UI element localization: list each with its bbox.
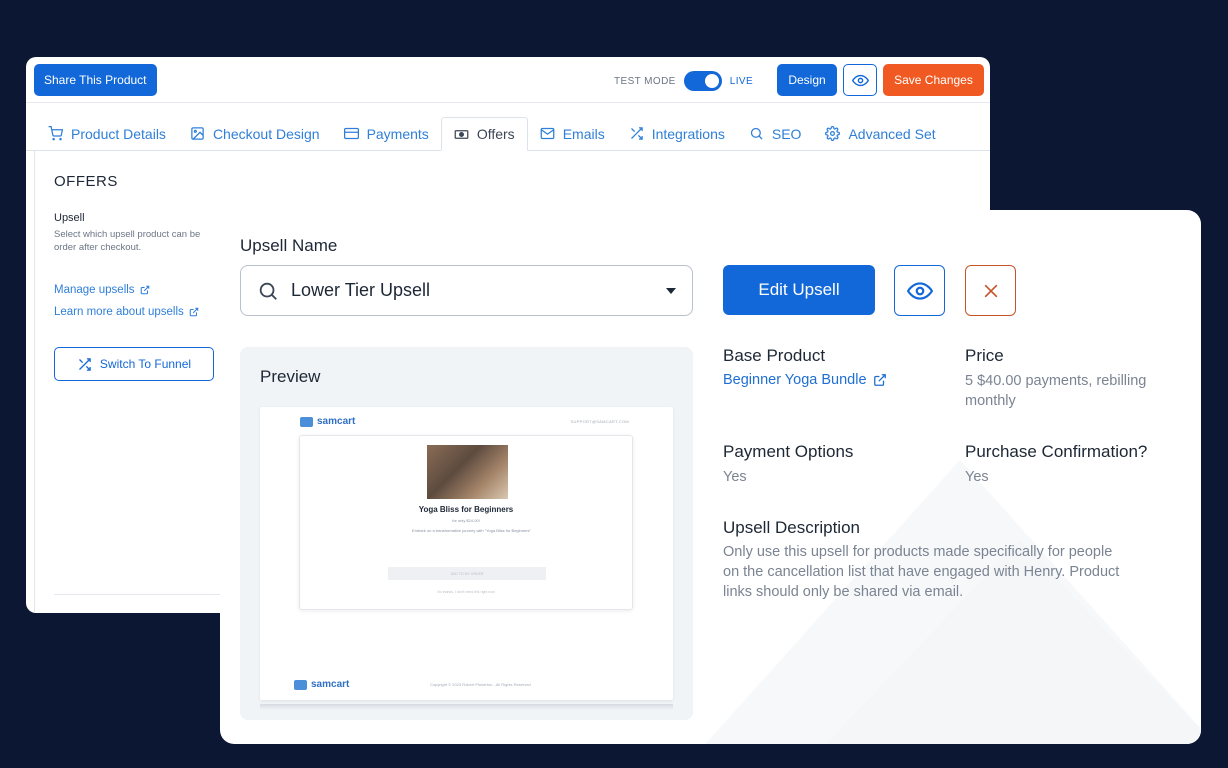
external-link-icon bbox=[189, 307, 199, 317]
base-product-link[interactable]: Beginner Yoga Bundle bbox=[723, 372, 887, 388]
test-mode-label: TEST MODE bbox=[614, 75, 676, 87]
live-label: LIVE bbox=[729, 75, 754, 87]
upsell-detail-card: Upsell Name Lower Tier Upsell Edit Upsel… bbox=[220, 210, 1201, 744]
tab-label: Advanced Set bbox=[848, 125, 936, 142]
tab-emails[interactable]: Emails bbox=[528, 117, 617, 150]
payment-options-label: Payment Options bbox=[723, 442, 854, 461]
tab-label: Integrations bbox=[651, 125, 725, 142]
preview-decline-link: No thanks, I don't need this right now bbox=[437, 590, 495, 594]
preview-panel: Preview samcart SUPPORT@SAMCART.COM Yoga… bbox=[240, 347, 693, 720]
card-icon bbox=[343, 127, 359, 140]
description-line: on the cancellation list that have engag… bbox=[723, 564, 1120, 580]
preview-footer-text: Copyright © 2023 Robert Pinkerton - All … bbox=[430, 682, 531, 687]
shuffle-icon bbox=[630, 127, 643, 140]
tab-offers[interactable]: Offers bbox=[440, 117, 528, 151]
design-button[interactable]: Design bbox=[777, 64, 837, 96]
save-changes-button[interactable]: Save Changes bbox=[883, 64, 984, 96]
preview-button[interactable] bbox=[843, 64, 877, 96]
test-mode-toggle[interactable] bbox=[683, 71, 722, 91]
preview-shadow bbox=[260, 704, 673, 710]
search-icon bbox=[259, 282, 277, 300]
eye-icon bbox=[906, 281, 933, 300]
tab-label: SEO bbox=[771, 125, 802, 142]
test-mode-switch: TEST MODE LIVE bbox=[614, 71, 753, 91]
chevron-down-icon bbox=[666, 287, 676, 294]
upsell-description-text: Only use this upsell for products made s… bbox=[723, 542, 1119, 602]
base-product-value: Beginner Yoga Bundle bbox=[723, 372, 867, 388]
logo-icon bbox=[294, 679, 307, 690]
tab-label: Payments bbox=[366, 125, 429, 142]
price-line-2: monthly bbox=[965, 393, 1016, 409]
edit-upsell-button[interactable]: Edit Upsell bbox=[723, 265, 875, 315]
tab-label: Product Details bbox=[71, 125, 166, 142]
product-image bbox=[427, 445, 508, 499]
purchase-confirmation-label: Purchase Confirmation? bbox=[965, 442, 1148, 461]
preview-price: for only $24.00! bbox=[452, 518, 480, 523]
eye-icon bbox=[851, 74, 869, 86]
share-product-button[interactable]: Share This Product bbox=[34, 63, 157, 96]
upsell-name-label: Upsell Name bbox=[240, 236, 338, 255]
upsell-select-value: Lower Tier Upsell bbox=[291, 280, 431, 300]
logo-icon bbox=[300, 416, 313, 427]
description-line: Only use this upsell for products made s… bbox=[723, 544, 1113, 560]
editor-toolbar: Share This Product TEST MODE LIVE Design… bbox=[26, 57, 990, 103]
price-value: 5 $40.00 payments, rebilling monthly bbox=[965, 371, 1146, 411]
preview-body: Embark on a transformative journey with … bbox=[412, 528, 531, 533]
description-line: links should only be shared via email. bbox=[723, 584, 964, 600]
tab-integrations[interactable]: Integrations bbox=[617, 117, 737, 150]
samcart-logo: samcart bbox=[300, 416, 355, 427]
shuffle-icon bbox=[78, 357, 91, 371]
gear-icon bbox=[825, 126, 841, 141]
support-email: SUPPORT@SAMCART.COM bbox=[570, 419, 629, 424]
search-icon bbox=[750, 127, 763, 140]
payment-options-value: Yes bbox=[723, 469, 747, 485]
tab-checkout-design[interactable]: Checkout Design bbox=[178, 117, 332, 150]
preview-cta-button: ADD TO MY ORDER bbox=[388, 567, 546, 580]
price-line-1: 5 $40.00 payments, rebilling bbox=[965, 373, 1147, 389]
money-icon bbox=[454, 129, 469, 139]
learn-more-label: Learn more about upsells bbox=[54, 306, 184, 318]
samcart-footer-logo: samcart bbox=[294, 679, 349, 690]
purchase-confirmation-value: Yes bbox=[965, 469, 989, 485]
switch-funnel-label: Switch To Funnel bbox=[99, 357, 192, 371]
base-product-label: Base Product bbox=[723, 346, 826, 365]
upsell-page-preview: samcart SUPPORT@SAMCART.COM Yoga Bliss f… bbox=[260, 407, 673, 700]
switch-to-funnel-button[interactable]: Switch To Funnel bbox=[54, 347, 214, 381]
external-link-icon bbox=[140, 285, 149, 295]
tab-label: Checkout Design bbox=[212, 125, 320, 142]
upsell-help-text: Select which upsell product can be order… bbox=[54, 229, 201, 253]
remove-upsell-button[interactable] bbox=[965, 265, 1016, 316]
preview-title: Preview bbox=[260, 367, 321, 386]
cart-icon bbox=[48, 126, 63, 141]
preview-product-name: Yoga Bliss for Beginners bbox=[418, 505, 514, 514]
tab-label: Offers bbox=[476, 126, 515, 142]
preview-upsell-button[interactable] bbox=[894, 265, 945, 316]
image-icon bbox=[191, 127, 204, 140]
tab-payments[interactable]: Payments bbox=[332, 117, 441, 150]
preview-offer-card: Yoga Bliss for Beginners for only $24.00… bbox=[299, 435, 633, 610]
upsell-description-label: Upsell Description bbox=[723, 518, 860, 537]
external-link-icon bbox=[873, 374, 886, 386]
tab-seo[interactable]: SEO bbox=[737, 117, 814, 150]
offers-heading: OFFERS bbox=[54, 173, 118, 190]
price-label: Price bbox=[965, 346, 1004, 365]
close-icon bbox=[984, 284, 997, 297]
tab-label: Emails bbox=[562, 125, 605, 142]
mail-icon bbox=[540, 127, 555, 140]
editor-tabs: Product Details Checkout Design Payments… bbox=[26, 103, 990, 151]
manage-upsells-label: Manage upsells bbox=[54, 284, 135, 296]
tab-advanced-settings[interactable]: Advanced Set bbox=[813, 117, 947, 150]
tab-product-details[interactable]: Product Details bbox=[36, 117, 178, 150]
upsell-select[interactable]: Lower Tier Upsell bbox=[240, 265, 693, 316]
